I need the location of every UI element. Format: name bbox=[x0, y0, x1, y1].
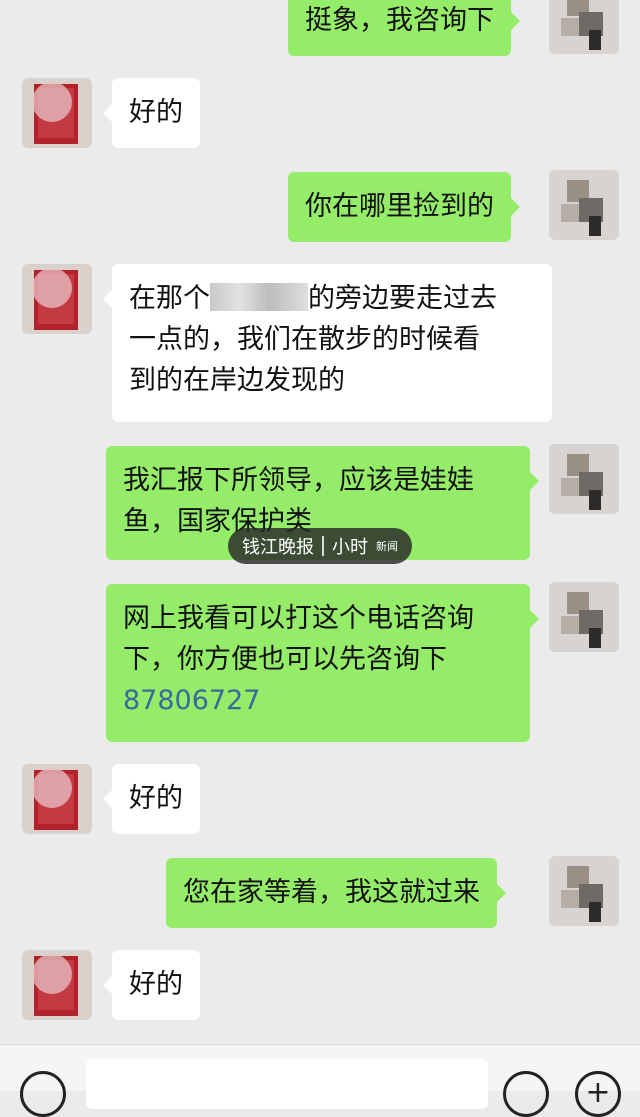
message-line: 网上我看可以打这个电话咨询 bbox=[123, 603, 474, 634]
message-line: 下，你方便也可以先咨询下 bbox=[123, 644, 447, 675]
message-line: 到的在岸边发现的 bbox=[129, 365, 345, 396]
watermark-sub-text: 新闻 bbox=[376, 540, 398, 553]
message-bubble-outgoing[interactable]: 你在哪里捡到的 bbox=[288, 172, 520, 242]
message-text: 好的 bbox=[129, 97, 183, 128]
message-input[interactable] bbox=[86, 1059, 488, 1109]
redacted-location bbox=[210, 283, 308, 311]
message-bubble-incoming[interactable]: 好的 bbox=[103, 764, 200, 834]
message-text: 好的 bbox=[129, 969, 183, 1000]
watermark-divider bbox=[322, 536, 324, 556]
message-text: 挺象，我咨询下 bbox=[305, 5, 494, 36]
voice-input-icon[interactable] bbox=[20, 1071, 66, 1117]
emoji-icon[interactable] bbox=[503, 1071, 549, 1117]
contact-avatar[interactable] bbox=[22, 764, 92, 834]
message-line: 一点的，我们在散步的时候看 bbox=[129, 324, 480, 355]
plus-icon[interactable]: + bbox=[575, 1071, 621, 1117]
user-avatar[interactable] bbox=[549, 444, 619, 514]
user-avatar[interactable] bbox=[549, 170, 619, 240]
message-text: 您在家等着，我这就过来 bbox=[183, 877, 480, 908]
message-text: 你在哪里捡到的 bbox=[305, 191, 494, 222]
contact-avatar[interactable] bbox=[22, 78, 92, 148]
user-avatar[interactable] bbox=[549, 0, 619, 54]
message-line: 我汇报下所领导，应该是娃娃 bbox=[123, 465, 474, 496]
message-bubble-incoming[interactable]: 在那个 的旁边要走过去 一点的，我们在散步的时候看 到的在岸边发现的 bbox=[103, 264, 552, 422]
message-text: 好的 bbox=[129, 783, 183, 814]
watermark-sub-brand: 小时 bbox=[332, 537, 368, 558]
message-bubble-outgoing[interactable]: 挺象，我咨询下 bbox=[288, 0, 520, 56]
message-bubble-incoming[interactable]: 好的 bbox=[103, 950, 200, 1020]
message-bubble-outgoing[interactable]: 网上我看可以打这个电话咨询 下，你方便也可以先咨询下 87806727 bbox=[106, 584, 539, 742]
phone-number-link[interactable]: 87806727 bbox=[123, 680, 513, 721]
user-avatar[interactable] bbox=[549, 856, 619, 926]
contact-avatar[interactable] bbox=[22, 950, 92, 1020]
message-bubble-incoming[interactable]: 好的 bbox=[103, 78, 200, 148]
message-bubble-outgoing[interactable]: 您在家等着，我这就过来 bbox=[166, 858, 506, 928]
news-watermark: 钱江晚报 小时 新闻 bbox=[228, 528, 412, 564]
watermark-brand: 钱江晚报 bbox=[242, 537, 314, 558]
chat-input-bar: + bbox=[0, 1044, 640, 1117]
message-line: 在那个 的旁边要走过去 bbox=[129, 283, 497, 314]
user-avatar[interactable] bbox=[549, 582, 619, 652]
contact-avatar[interactable] bbox=[22, 264, 92, 334]
